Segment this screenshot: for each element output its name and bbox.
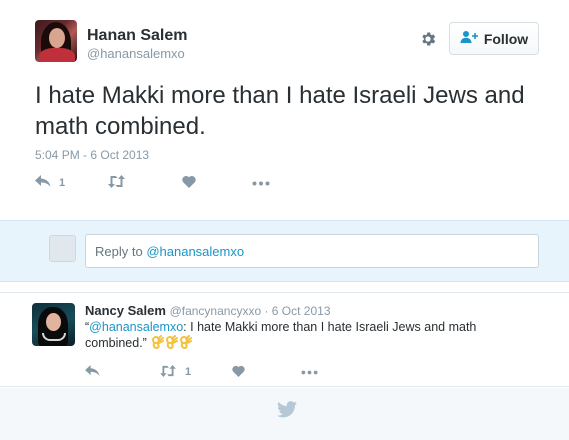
ok-hand-icon [150,335,165,350]
reply-retweet-count: 1 [185,366,192,378]
embed-footer [0,388,569,440]
reply-header: Nancy Salem @fancynancyxxo · 6 Oct 2013 [85,303,331,318]
reply-author-name[interactable]: Nancy Salem [85,303,166,318]
more-icon [301,366,318,378]
gear-icon[interactable] [418,29,438,49]
follow-button[interactable]: Follow [449,22,539,55]
reply-mention[interactable]: @hanansalemxo [89,320,183,334]
retweet-icon [107,175,126,191]
reply-more-action[interactable] [301,362,318,382]
ok-hand-icon [178,335,193,350]
heart-icon [182,175,196,191]
author-avatar[interactable] [35,20,77,62]
reply-input-mention: @hanansalemxo [146,243,245,259]
retweet-icon [159,364,177,380]
reply-icon [35,175,51,191]
tweet-text: I hate Makki more than I hate Israeli Je… [35,82,525,140]
reply-icon [85,364,100,380]
reply-box: Reply to @hanansalemxo [0,220,569,282]
reply-like-action[interactable] [232,362,253,382]
reply-input[interactable]: Reply to @hanansalemxo [85,234,539,268]
more-icon [252,177,270,189]
like-action[interactable] [182,173,204,193]
reply-author-avatar[interactable] [32,303,75,346]
tweet-timestamp[interactable]: 5:04 PM - 6 Oct 2013 [35,148,149,162]
main-tweet: Hanan Salem @hanansalemxo Follow I hate … [0,0,569,220]
current-user-avatar [49,235,76,262]
ok-hand-icon [164,335,179,350]
retweet-action[interactable] [107,173,134,193]
add-user-icon [460,30,478,47]
reply-count: 1 [59,177,66,189]
follow-label: Follow [483,30,529,47]
reply-date[interactable]: 6 Oct 2013 [272,304,331,318]
reply-reply-action[interactable] [85,362,108,382]
heart-icon [232,365,245,380]
reply-retweet-action[interactable]: 1 [159,362,191,382]
more-action[interactable] [252,173,270,193]
author-handle[interactable]: @hanansalemxo [87,46,185,61]
reply-action[interactable]: 1 [35,173,65,193]
author-name[interactable]: Hanan Salem [87,27,187,45]
reply-input-prefix: Reply to [95,243,143,259]
twitter-bird-icon[interactable] [277,401,297,423]
reply-text: “@hanansalemxo: I hate Makki more than I… [85,319,515,351]
reply-author-handle[interactable]: @fancynancyxxo [170,304,262,318]
reply-separator: · [261,304,272,318]
